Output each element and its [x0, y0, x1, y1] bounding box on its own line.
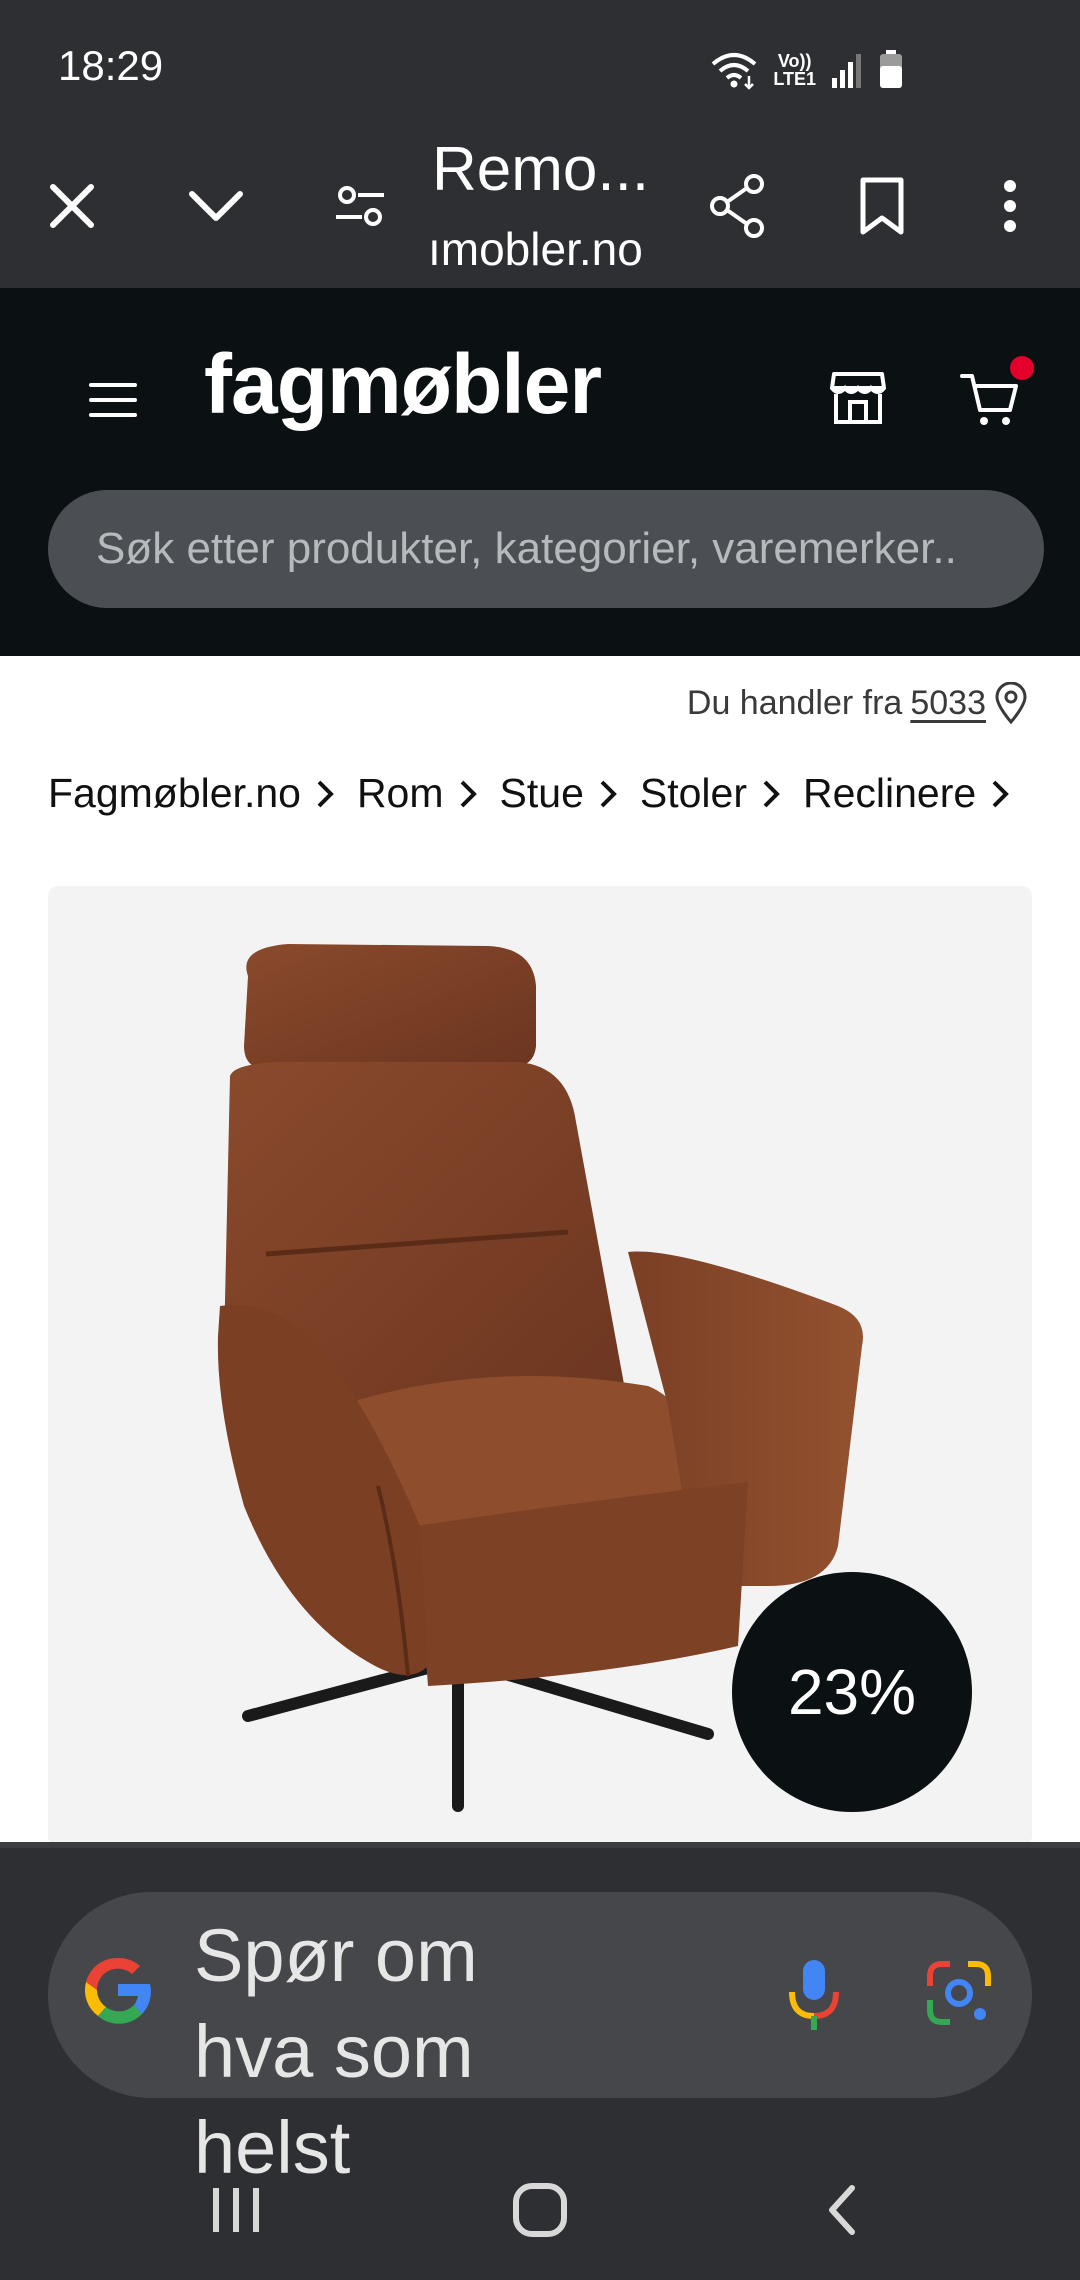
bookmark-icon[interactable]	[846, 170, 918, 242]
location-pin-icon	[995, 682, 1027, 724]
more-vert-icon[interactable]	[974, 170, 1046, 242]
browser-toolbar: Remo... ımobler.no	[0, 130, 1080, 288]
battery-icon	[880, 50, 902, 88]
tab-title[interactable]: Remo...	[432, 134, 649, 205]
home-icon[interactable]	[500, 2170, 580, 2250]
location-prefix: Du handler fra	[686, 683, 903, 722]
chevron-right-icon	[990, 778, 1010, 810]
close-icon[interactable]	[36, 170, 108, 242]
store-icon[interactable]	[828, 370, 888, 431]
chevron-down-icon[interactable]	[180, 170, 252, 242]
url-display[interactable]: ımobler.no	[428, 222, 668, 276]
cart-notification-dot	[1010, 356, 1034, 380]
chevron-right-icon	[761, 778, 781, 810]
zip-code[interactable]: 5033	[910, 684, 986, 723]
chevron-right-icon	[458, 778, 478, 810]
delivery-location[interactable]: Du handler fra 5033	[687, 682, 1028, 724]
cart-icon[interactable]	[960, 372, 1020, 433]
google-g-icon	[78, 1950, 158, 2035]
google-search-bar[interactable]: Spør om hva som helst	[48, 1892, 1032, 2189]
share-icon[interactable]	[702, 170, 774, 242]
status-icons: Vo)) LTE1	[709, 48, 904, 92]
signal-icon	[832, 54, 861, 88]
breadcrumb-home[interactable]: Fagmøbler.no	[48, 770, 301, 817]
site-logo[interactable]: fagmøbler	[204, 336, 602, 433]
navigation-bar	[0, 2130, 1080, 2280]
breadcrumb-reclinere[interactable]: Reclinere	[803, 770, 976, 817]
search-placeholder: Søk etter produkter, kategorier, varemer…	[96, 524, 957, 573]
tune-icon[interactable]	[324, 170, 396, 242]
wifi-icon	[712, 53, 757, 90]
discount-badge: 23%	[732, 1572, 972, 1812]
clock: 18:29	[58, 42, 164, 89]
volte-indicator: Vo)) LTE1	[773, 51, 816, 89]
lens-icon[interactable]	[924, 1958, 994, 2033]
site-header: fagmøbler Søk etter produkter, kategorie…	[0, 288, 1080, 656]
mic-icon[interactable]	[784, 1954, 844, 2039]
back-icon[interactable]	[802, 2170, 882, 2250]
recents-icon[interactable]	[196, 2170, 276, 2250]
chevron-right-icon	[598, 778, 618, 810]
breadcrumb-rom[interactable]: Rom	[357, 770, 444, 817]
hamburger-menu-icon[interactable]	[88, 380, 138, 425]
breadcrumb-stue[interactable]: Stue	[500, 770, 584, 817]
search-input[interactable]: Søk etter produkter, kategorier, varemer…	[48, 490, 1044, 608]
breadcrumb: Fagmøbler.no Rom Stue Stoler Reclinere	[48, 770, 1032, 817]
breadcrumb-stoler[interactable]: Stoler	[640, 770, 747, 817]
chevron-right-icon	[315, 778, 335, 810]
status-bar: 18:29 Vo)) LTE1	[0, 0, 1080, 130]
